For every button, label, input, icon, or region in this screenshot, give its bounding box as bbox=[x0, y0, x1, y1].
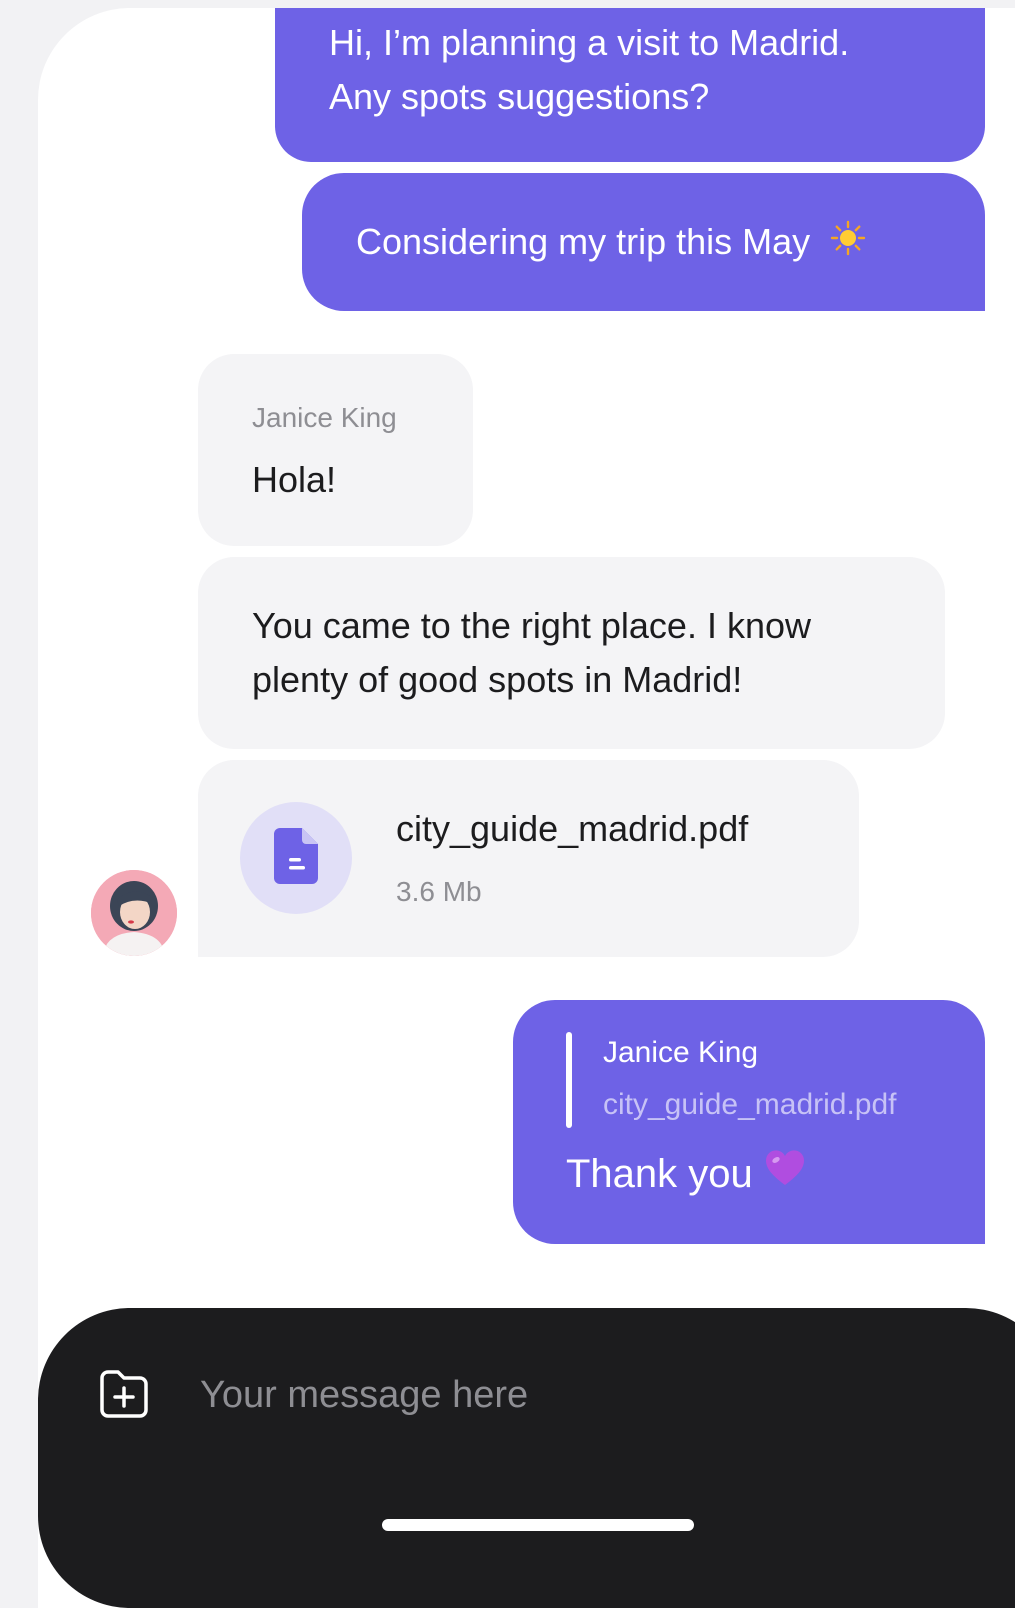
message-text-line: Hi, I’m planning a visit to Madrid. bbox=[329, 22, 850, 63]
message-text: Hola! bbox=[252, 459, 337, 500]
quoted-file-name: city_guide_madrid.pdf bbox=[603, 1088, 897, 1121]
file-size: 3.6 Mb bbox=[396, 876, 482, 907]
message-text: Considering my trip this May bbox=[356, 221, 811, 262]
message-text-line: plenty of good spots in Madrid! bbox=[252, 659, 743, 700]
message-bubble-outgoing[interactable]: Considering my trip this May bbox=[302, 173, 985, 311]
file-icon-circle bbox=[240, 802, 352, 914]
message-composer bbox=[38, 1308, 1015, 1608]
reply-message-bubble[interactable]: Janice King city_guide_madrid.pdf Thank … bbox=[513, 1000, 985, 1244]
sun-icon bbox=[830, 219, 866, 269]
document-icon bbox=[274, 827, 318, 889]
message-text-line: Any spots suggestions? bbox=[329, 76, 710, 117]
message-text-line: You came to the right place. I know bbox=[252, 605, 812, 646]
file-attachment-bubble[interactable]: city_guide_madrid.pdf 3.6 Mb bbox=[198, 760, 859, 957]
message-bubble-incoming[interactable]: Janice King Hola! bbox=[198, 354, 473, 546]
quoted-sender-name: Janice King bbox=[603, 1036, 759, 1069]
folder-plus-icon[interactable] bbox=[94, 1364, 154, 1424]
message-text: Thank you bbox=[566, 1152, 753, 1196]
message-bubble-outgoing[interactable]: Hi, I’m planning a visit to Madrid. Any … bbox=[275, 8, 985, 162]
message-input[interactable] bbox=[198, 1364, 902, 1426]
message-bubble-incoming[interactable]: You came to the right place. I know plen… bbox=[198, 557, 945, 749]
sender-name: Janice King bbox=[252, 402, 397, 433]
purple-heart-icon bbox=[765, 1146, 805, 1202]
avatar[interactable] bbox=[91, 870, 177, 956]
reply-text-row: Thank you bbox=[566, 1146, 805, 1202]
file-name: city_guide_madrid.pdf bbox=[396, 808, 749, 849]
home-indicator[interactable] bbox=[382, 1519, 694, 1531]
quote-bar bbox=[566, 1032, 572, 1128]
